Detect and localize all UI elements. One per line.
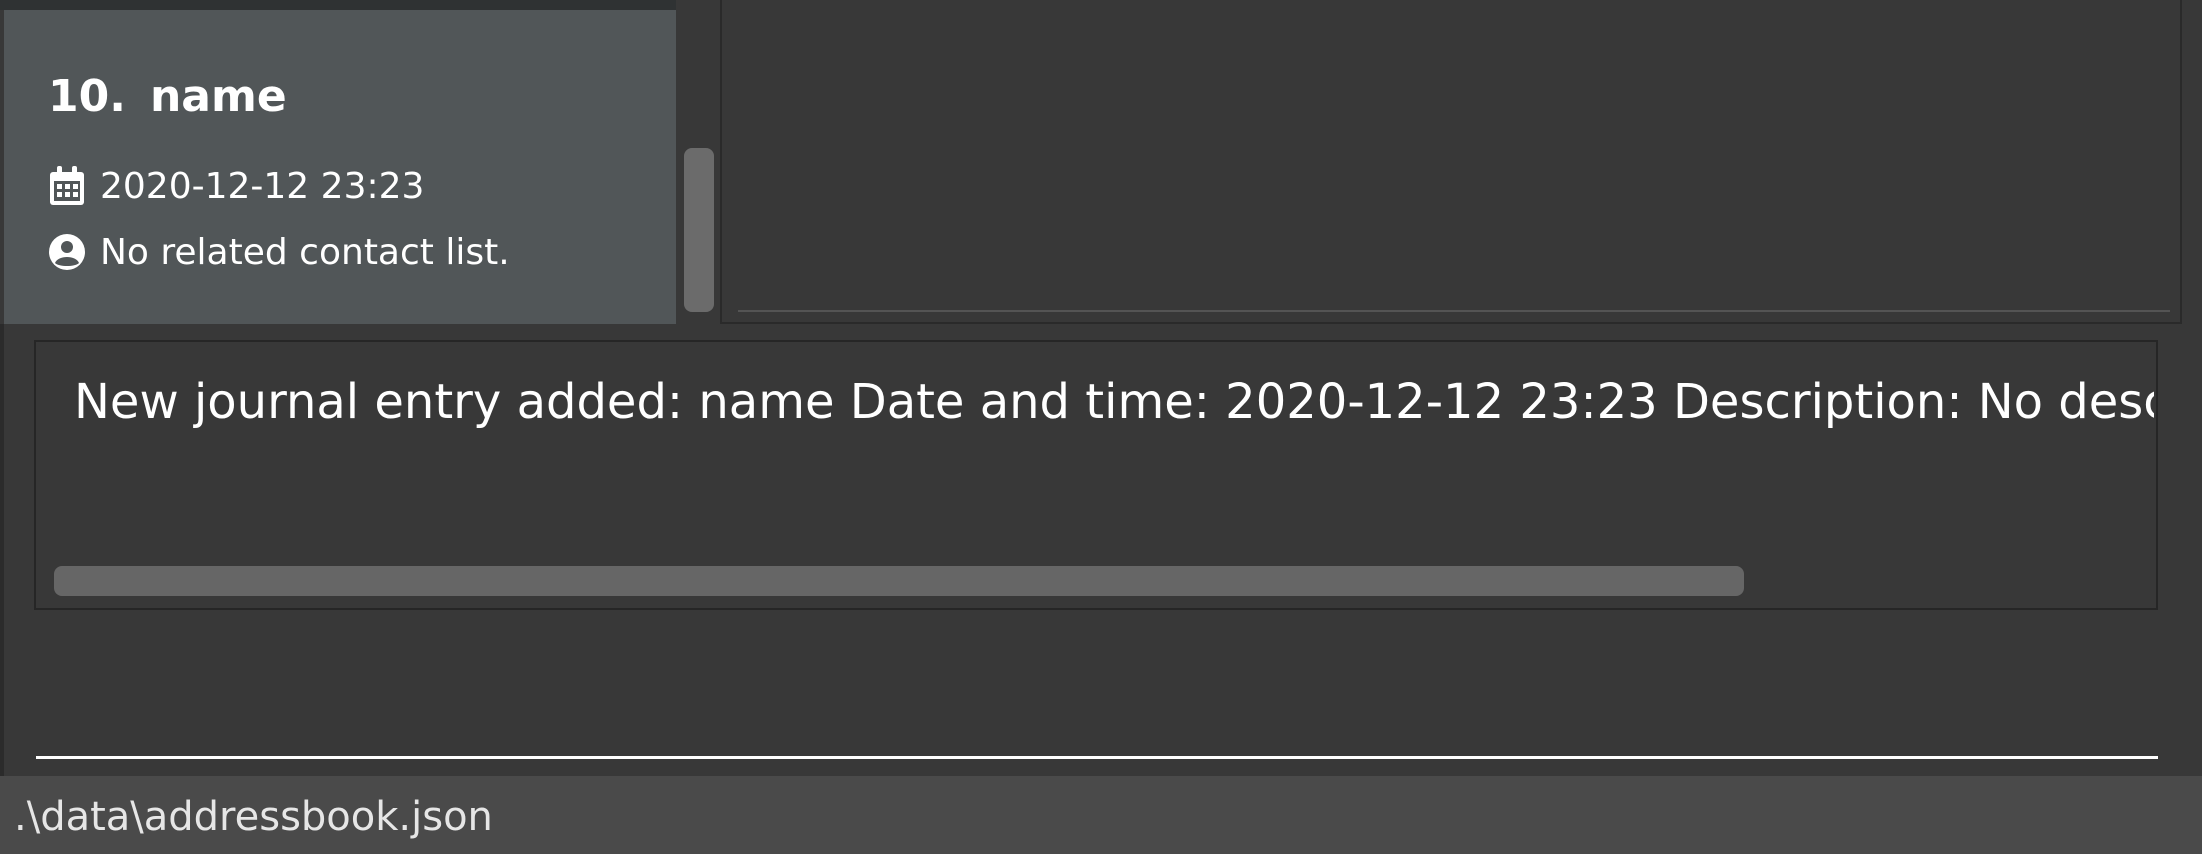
status-bar: .\data\addressbook.json <box>0 776 2202 854</box>
journal-list-pane: 10. name 2020-12-12 23:23 No related con… <box>0 10 676 324</box>
journal-entry-contacts: No related contact list. <box>100 231 510 273</box>
detail-pane-divider <box>738 310 2170 312</box>
journal-list-scrollbar-thumb[interactable] <box>684 148 714 312</box>
result-horizontal-scrollbar-thumb[interactable] <box>54 566 1744 596</box>
journal-entry-index: 10. <box>48 71 126 122</box>
account-circle-icon <box>48 233 86 271</box>
result-display[interactable]: New journal entry added: name Date and t… <box>34 340 2158 610</box>
save-location: .\data\addressbook.json <box>14 794 493 840</box>
journal-list-item-selected[interactable]: 10. name 2020-12-12 23:23 No related con… <box>4 10 676 324</box>
calendar-icon <box>48 165 86 207</box>
window-right-edge <box>2182 0 2202 776</box>
result-message: New journal entry added: name Date and t… <box>74 374 2154 430</box>
journal-entry-title: 10. name <box>48 72 287 122</box>
journal-detail-pane <box>720 0 2182 324</box>
journal-entry-name: name <box>149 71 287 122</box>
journal-list-top-strip <box>0 0 676 10</box>
journal-entry-date-row: 2020-12-12 23:23 <box>48 164 424 208</box>
command-input[interactable] <box>34 700 2158 758</box>
journal-entry-datetime: 2020-12-12 23:23 <box>100 165 425 207</box>
command-input-underline <box>36 756 2158 759</box>
journal-entry-contacts-row: No related contact list. <box>48 230 510 274</box>
